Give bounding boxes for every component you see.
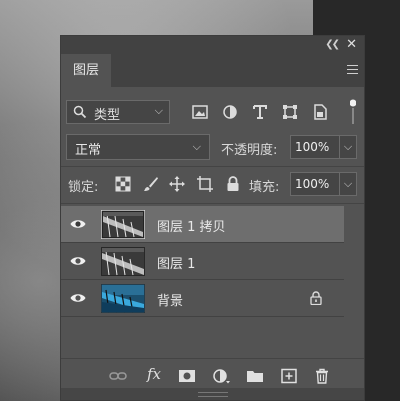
new-adjustment-layer-icon[interactable] <box>212 368 230 384</box>
layer-name[interactable]: 图层 1 拷贝 <box>157 216 226 235</box>
smart-object-filter-icon[interactable] <box>311 103 329 121</box>
new-group-icon[interactable] <box>246 368 264 384</box>
lock-label: 锁定: <box>68 180 99 195</box>
delete-layer-icon[interactable] <box>313 368 331 384</box>
hamburger-menu-icon[interactable] <box>347 65 358 74</box>
new-layer-icon[interactable] <box>280 368 298 384</box>
opacity-input[interactable]: 100% ⌵ <box>290 135 357 159</box>
layer-name[interactable]: 背景 <box>157 290 183 309</box>
layer-thumbnail <box>101 210 145 239</box>
adjustment-filter-icon[interactable] <box>221 103 239 121</box>
layer-thumbnail <box>101 284 145 313</box>
blend-mode-value: 正常 <box>75 143 102 158</box>
search-icon <box>73 105 87 119</box>
shape-filter-icon[interactable] <box>281 103 299 121</box>
fill-input[interactable]: 100% ⌵ <box>290 172 357 196</box>
panel-tab-row: 图层 <box>61 54 364 87</box>
layer-name[interactable]: 图层 1 <box>157 253 195 272</box>
lock-all-icon[interactable] <box>225 176 241 192</box>
layer-row[interactable]: 图层 1 <box>61 243 346 280</box>
layer-row[interactable]: 图层 1 拷贝 <box>61 206 346 243</box>
link-layers-icon[interactable] <box>109 368 127 384</box>
chevron-down-icon: ⌵ <box>192 140 201 153</box>
chevron-down-icon[interactable]: ⌵ <box>339 172 356 196</box>
lock-transparent-pixels-icon[interactable] <box>115 176 131 192</box>
fill-value: 100% <box>295 177 330 191</box>
blend-mode-select[interactable]: 正常 ⌵ <box>66 134 210 160</box>
layers-panel: ❮❮ ✕ 图层 类型 ⌵ 正常 ⌵ 不透明度: 100% ⌵ 锁定: 填充: 1… <box>60 35 365 401</box>
layer-thumbnail <box>101 247 145 276</box>
type-filter-icon[interactable] <box>251 103 269 121</box>
panel-header-strip: ❮❮ ✕ <box>61 36 364 54</box>
panel-resize-strip[interactable] <box>61 388 364 400</box>
tab-layers[interactable]: 图层 <box>61 54 111 87</box>
layers-scrollbar[interactable] <box>344 206 364 356</box>
lock-position-icon[interactable] <box>169 176 185 192</box>
image-filter-icon[interactable] <box>191 103 209 121</box>
lock-artboard-icon[interactable] <box>197 176 213 192</box>
lock-icon <box>310 291 322 305</box>
opacity-value: 100% <box>295 140 330 154</box>
layers-list: 图层 1 拷贝 图层 1 背景 <box>61 206 346 317</box>
filter-kind-label: 类型 <box>94 108 121 123</box>
lock-image-pixels-icon[interactable] <box>143 176 159 192</box>
eye-icon[interactable] <box>70 218 86 230</box>
add-mask-icon[interactable] <box>178 368 196 384</box>
filter-toggle-switch[interactable] <box>350 99 356 125</box>
opacity-label: 不透明度: <box>221 143 278 158</box>
close-icon[interactable]: ✕ <box>346 37 357 52</box>
divider <box>61 166 364 167</box>
eye-icon[interactable] <box>70 255 86 267</box>
divider <box>61 203 364 204</box>
fx-icon[interactable]: fx <box>147 365 165 383</box>
filter-kind-select[interactable]: 类型 ⌵ <box>66 100 170 124</box>
fill-label: 填充: <box>249 180 280 195</box>
layers-bottom-toolbar: fx <box>61 358 364 391</box>
eye-icon[interactable] <box>70 292 86 304</box>
chevron-down-icon: ⌵ <box>154 104 163 117</box>
layer-row[interactable]: 背景 <box>61 280 346 317</box>
resize-grip[interactable] <box>198 392 228 397</box>
double-chevron-right-icon[interactable]: ❮❮ <box>325 39 340 50</box>
chevron-down-icon[interactable]: ⌵ <box>339 135 356 159</box>
